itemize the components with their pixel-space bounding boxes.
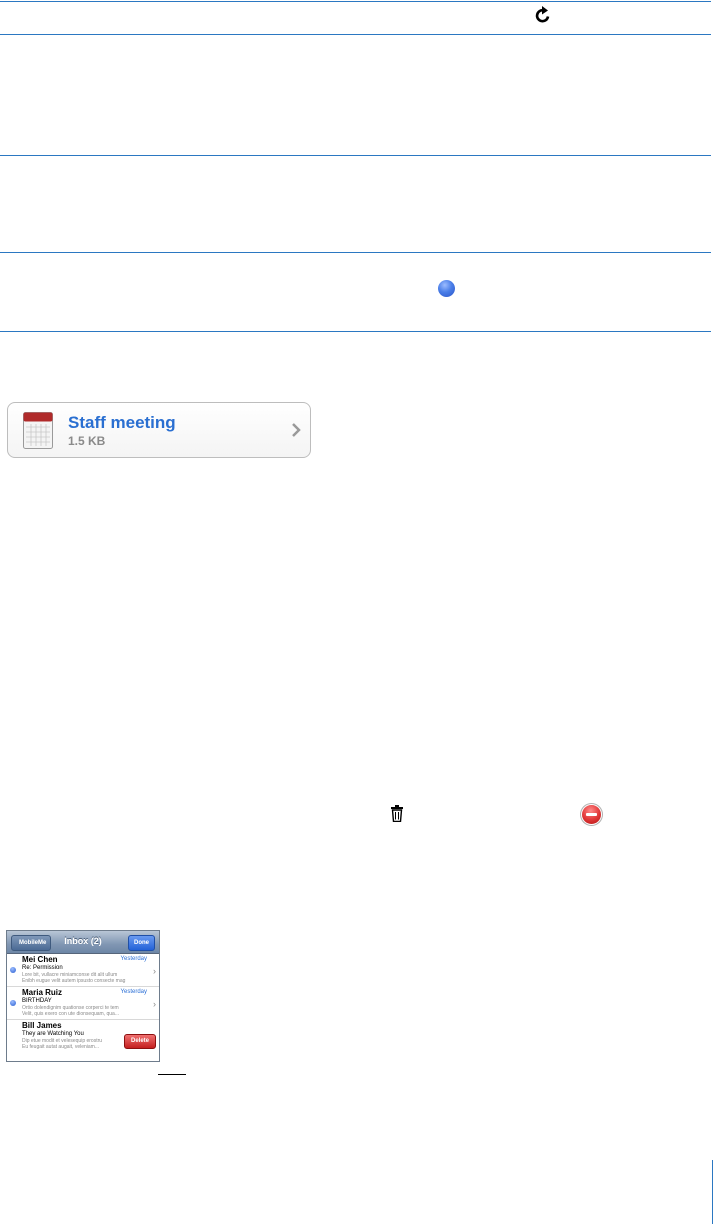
message-sender: Maria Ruiz [22, 988, 63, 997]
calendar-icon [23, 412, 53, 449]
trash-icon [391, 805, 403, 822]
preview-line: Eu feugait autat augait, veleniam... [22, 1044, 99, 1050]
done-button[interactable]: Done [128, 935, 155, 951]
divider-line [0, 155, 711, 156]
inbox-screenshot: MobileMe Inbox (2) Done Mei Chen Yesterd… [6, 930, 160, 1062]
divider-line [0, 34, 711, 35]
chevron-right-icon: › [153, 999, 156, 1009]
message-preview: Lore bit, vullacre miniamconse dit alit … [22, 972, 150, 984]
message-row[interactable]: Mei Chen Yesterday Re: Permission Lore b… [7, 954, 159, 987]
preview-line: Enibh eugue velit autem ipsusto consecte… [22, 978, 126, 984]
message-subject: They are Watching You [22, 1031, 84, 1037]
divider-line [0, 1, 711, 2]
unread-dot-icon [10, 967, 16, 973]
preview-line: Velit, quis exero con ute dionsequam, qu… [22, 1011, 120, 1017]
refresh-icon [535, 6, 550, 23]
chevron-right-icon: › [153, 966, 156, 976]
divider-line [0, 252, 711, 253]
message-row[interactable]: Bill James They are Watching You Dip etu… [7, 1020, 159, 1061]
message-preview: Dip etue modit et velesequip erostru Eu … [22, 1038, 120, 1050]
blue-dot-icon [438, 280, 455, 297]
attachment-name: Staff meeting [68, 413, 176, 432]
page-edge-mark [712, 1160, 713, 1224]
attachment-item[interactable]: Staff meeting 1.5 KB [7, 402, 311, 458]
message-sender: Mei Chen [22, 955, 58, 964]
nav-bar: MobileMe Inbox (2) Done [7, 931, 159, 954]
attachment-size: 1.5 KB [68, 434, 106, 448]
divider-line [0, 331, 711, 332]
chevron-right-icon [292, 423, 301, 437]
callout-line [158, 1074, 186, 1075]
message-date: Yesterday [120, 989, 147, 995]
message-subject: BIRTHDAY [22, 998, 52, 1004]
message-preview: Ortio dolendignim quationse corperci te … [22, 1005, 150, 1017]
unread-dot-icon [10, 1000, 16, 1006]
message-sender: Bill James [22, 1021, 62, 1030]
delete-button[interactable]: Delete [124, 1034, 156, 1049]
message-subject: Re: Permission [22, 965, 63, 971]
message-row[interactable]: Maria Ruiz Yesterday BIRTHDAY Ortio dole… [7, 987, 159, 1020]
message-date: Yesterday [120, 956, 147, 962]
minus-circle-icon [582, 805, 601, 824]
